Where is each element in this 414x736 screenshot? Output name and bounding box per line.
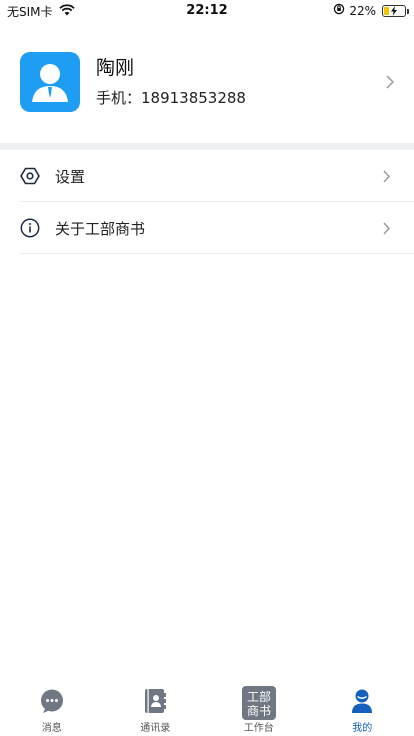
user-profile-icon: [349, 688, 375, 718]
tab-messages[interactable]: 消息: [0, 684, 104, 736]
status-right: 22%: [333, 3, 409, 18]
battery-percent: 22%: [349, 3, 376, 18]
tab-workbench[interactable]: 工部 商书 工作台: [207, 684, 311, 736]
svg-text:工部: 工部: [247, 689, 271, 704]
tab-contacts[interactable]: 通讯录: [104, 684, 208, 736]
tab-label: 消息: [41, 723, 62, 734]
menu-item-settings[interactable]: 设置: [0, 150, 414, 202]
profile-card[interactable]: 陶刚 手机：18913853288: [0, 22, 414, 143]
tab-label: 工作台: [243, 723, 274, 734]
tab-label: 通讯录: [140, 723, 171, 734]
person-avatar-icon: [20, 52, 80, 112]
chevron-right-icon: [383, 220, 390, 239]
row-separator: [20, 253, 414, 254]
tab-label: 我的: [352, 723, 373, 734]
profile-phone: 手机：18913853288: [96, 89, 246, 107]
menu-item-label: 设置: [55, 168, 86, 186]
svg-text:商书: 商书: [247, 703, 271, 718]
battery-charging-icon: [382, 4, 409, 17]
chevron-right-icon: [383, 168, 390, 187]
orientation-lock-icon: [333, 3, 345, 18]
menu-item-label: 关于工部商书: [55, 220, 146, 238]
chevron-right-icon: [386, 74, 395, 93]
contacts-book-icon: [142, 688, 168, 718]
menu-item-about[interactable]: 关于工部商书: [0, 202, 414, 254]
info-circle-icon: [20, 218, 40, 238]
profile-name: 陶刚: [96, 57, 135, 79]
status-bar: 无SIM卡 22:12 22%: [0, 0, 414, 22]
settings-hexagon-icon: [20, 166, 40, 186]
tab-mine[interactable]: 我的: [311, 684, 414, 736]
section-divider: [0, 143, 414, 150]
message-bubble-icon: [39, 688, 65, 718]
bottom-tab-bar: 消息 通讯录 工部 商书 工作台 我的: [0, 684, 414, 736]
